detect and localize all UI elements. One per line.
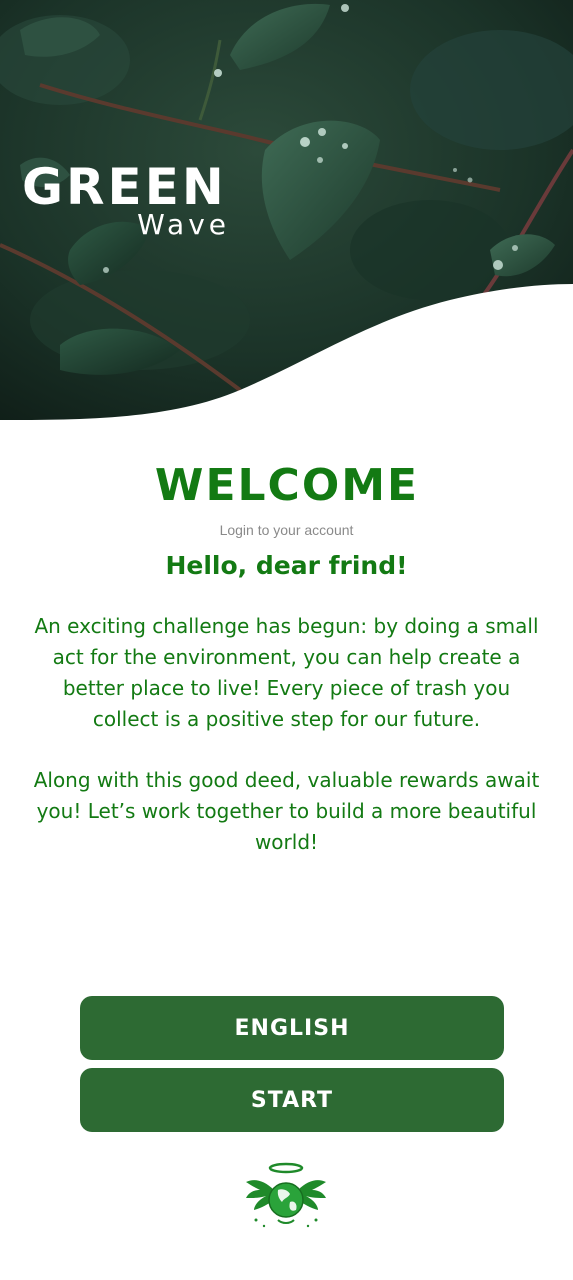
angel-earth-logo-icon xyxy=(246,1162,326,1228)
rewards-paragraph: Along with this good deed, valuable rewa… xyxy=(33,768,540,854)
language-button[interactable]: ENGLISH xyxy=(80,996,504,1060)
start-button[interactable]: START xyxy=(80,1068,504,1132)
welcome-content: WELCOME Login to your account Hello, dea… xyxy=(0,455,573,858)
intro-paragraph: An exciting challenge has begun: by doin… xyxy=(34,614,539,731)
hero-banner: GREEN Wave xyxy=(0,0,573,430)
welcome-screen: GREEN Wave WELCOME Login to your account… xyxy=(0,0,573,1280)
page-title: WELCOME xyxy=(154,460,420,511)
brand-logo-text: GREEN Wave xyxy=(22,158,242,240)
login-subtitle: Login to your account xyxy=(219,522,354,538)
greeting: Hello, dear frind! xyxy=(165,551,408,580)
